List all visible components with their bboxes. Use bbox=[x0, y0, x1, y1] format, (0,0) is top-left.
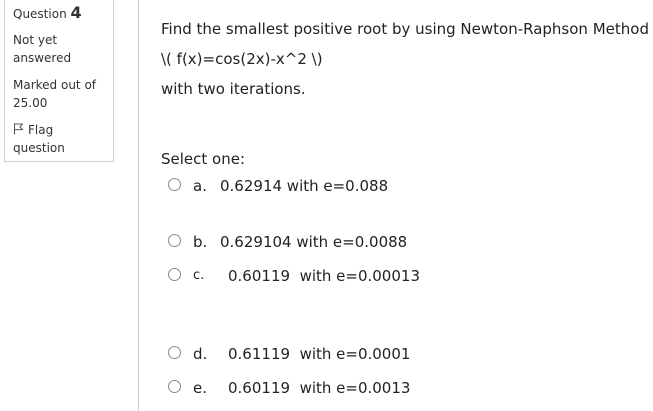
option-letter: d. bbox=[193, 345, 208, 363]
option-text: 0.62914 with e=0.088 bbox=[220, 177, 389, 195]
option-letter: b. bbox=[193, 233, 208, 251]
content-divider bbox=[138, 0, 139, 411]
option-text: 0.60119 with e=0.00013 bbox=[228, 267, 420, 285]
flag-question-link[interactable]: Flag question bbox=[13, 121, 103, 157]
option-text: 0.60119 with e=0.0013 bbox=[228, 379, 411, 397]
option-letter: e. bbox=[193, 379, 207, 397]
radio-button-d[interactable] bbox=[168, 346, 181, 359]
question-line-3: with two iterations. bbox=[161, 80, 306, 98]
radio-button-e[interactable] bbox=[168, 380, 181, 393]
option-text: 0.629104 with e=0.0088 bbox=[220, 233, 408, 251]
select-one-prompt: Select one: bbox=[161, 150, 246, 168]
radio-button-a[interactable] bbox=[168, 178, 181, 191]
question-line-1: Find the smallest positive root by using… bbox=[161, 20, 649, 38]
option-letter: c. bbox=[193, 268, 205, 283]
radio-button-c[interactable] bbox=[168, 268, 181, 281]
option-letter: a. bbox=[193, 177, 207, 195]
flag-icon bbox=[14, 123, 23, 135]
question-text: Find the smallest positive root by using… bbox=[161, 14, 649, 104]
question-number: Question 4 bbox=[13, 4, 113, 23]
question-formula: \( f(x)=cos(2x)-x^2 \) bbox=[161, 50, 323, 68]
question-state: Not yet answered bbox=[13, 33, 72, 65]
radio-button-b[interactable] bbox=[168, 234, 181, 247]
question-label: Question bbox=[13, 7, 67, 21]
question-grade: Marked out of 25.00 bbox=[13, 78, 97, 110]
question-number-value: 4 bbox=[70, 3, 82, 22]
question-info-panel: Question 4 Not yet answered Marked out o… bbox=[4, 0, 114, 162]
option-text: 0.61119 with e=0.0001 bbox=[228, 345, 411, 363]
quiz-page: Question 4 Not yet answered Marked out o… bbox=[0, 0, 653, 411]
